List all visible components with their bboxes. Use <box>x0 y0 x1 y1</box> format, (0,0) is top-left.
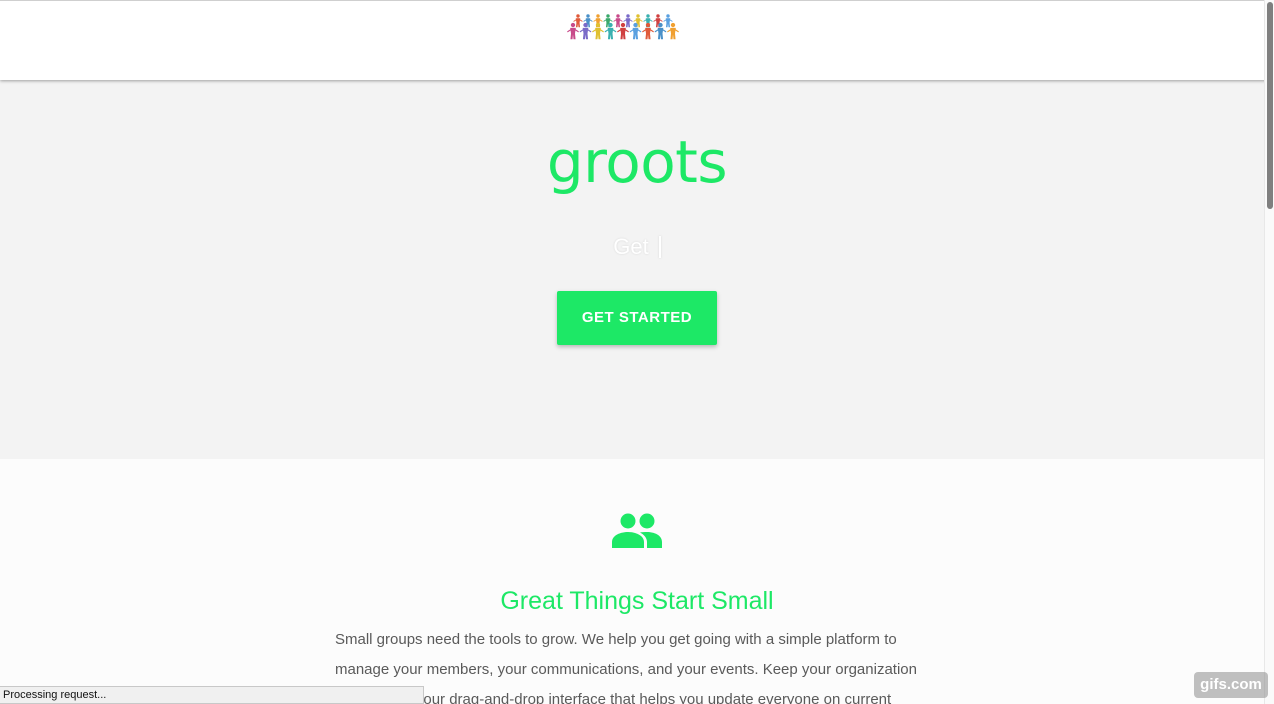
vertical-scrollbar[interactable] <box>1264 0 1274 704</box>
feature-heading: Great Things Start Small <box>500 587 774 615</box>
typed-text: Get <box>613 234 649 259</box>
text-cursor <box>658 236 661 258</box>
people-circle-logo[interactable] <box>566 11 680 55</box>
group-icon <box>612 513 662 548</box>
top-navbar <box>0 0 1274 80</box>
typing-tagline: Get <box>0 233 1274 261</box>
features-section: Great Things Start Small Small groups ne… <box>0 459 1274 704</box>
page: groots Get GET STARTED Great Things Star… <box>0 0 1274 704</box>
gifs-watermark: gifs.com <box>1194 672 1268 698</box>
scrollbar-thumb[interactable] <box>1267 2 1273 209</box>
site-title: groots <box>546 128 728 196</box>
logo-person-front <box>642 22 654 40</box>
logo-person-front <box>592 22 604 40</box>
get-started-button[interactable]: GET STARTED <box>557 291 717 345</box>
feature-description: Small groups need the tools to grow. We … <box>335 631 917 704</box>
browser-status-bar: Processing request... <box>0 686 424 704</box>
hero-section: groots Get GET STARTED <box>0 80 1274 459</box>
